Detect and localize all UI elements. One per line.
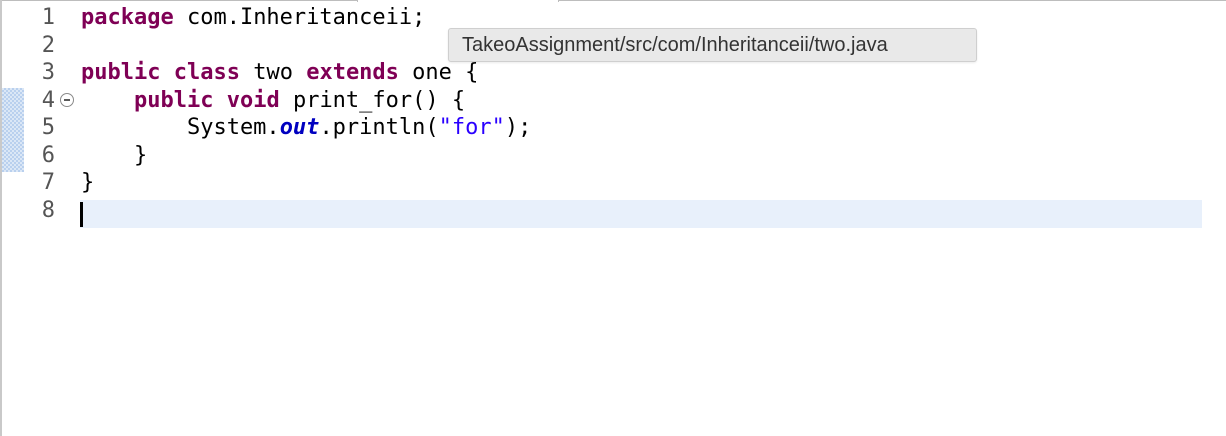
line-number: 4 — [24, 87, 74, 115]
line-number: 6 — [41, 142, 55, 168]
code-line[interactable]: ​ — [81, 197, 531, 225]
code-token-plain: } — [81, 142, 148, 168]
code-token-keyword: class — [173, 60, 240, 85]
code-token-keyword: extends — [306, 60, 399, 85]
code-editor[interactable]: 12345678 package com.Inheritanceii; ​ publ… — [0, 0, 1226, 436]
code-line[interactable]: } — [81, 169, 531, 197]
code-line[interactable]: public class two extends one { — [81, 59, 531, 87]
line-number: 7 — [41, 170, 55, 195]
code-token-plain: two — [239, 60, 307, 85]
active-tab-edge — [357, 0, 559, 2]
fold-collapse-icon[interactable] — [60, 92, 74, 107]
code-token-plain: print_for() { — [279, 87, 466, 113]
code-token-keyword: package — [81, 5, 174, 30]
change-ruler-marker — [2, 88, 24, 172]
code-token-plain: .println( — [319, 115, 439, 140]
code-token-keyword: public — [133, 87, 214, 113]
code-token-field: out — [279, 115, 320, 140]
code-token-keyword: void — [226, 87, 280, 113]
code-token-plain: System. — [81, 115, 280, 140]
code-line[interactable]: public void print_for() { — [81, 87, 531, 115]
line-number: 8 — [41, 197, 55, 223]
code-line[interactable]: System.out.println("for"); — [81, 114, 531, 142]
text-caret — [80, 202, 83, 227]
line-number: 1 — [41, 5, 55, 30]
code-token-keyword: public — [81, 60, 161, 85]
tab-strip-line — [0, 0, 1226, 1]
code-token-plain: one { — [398, 60, 479, 85]
code-token-plain: com.Inheritanceii; — [173, 5, 426, 30]
code-token-plain: } — [81, 170, 95, 195]
line-number: 5 — [41, 115, 55, 140]
line-number-gutter: 12345678 — [24, 4, 74, 224]
code-token-string: "for" — [438, 115, 505, 140]
editor-left-edge — [0, 0, 2, 436]
code-line[interactable]: } — [81, 142, 531, 170]
line-number: 3 — [41, 60, 55, 85]
file-path-tooltip: TakeoAssignment/src/com/Inheritanceii/tw… — [448, 28, 977, 62]
line-number: 2 — [41, 32, 55, 58]
code-token-plain: ); — [504, 115, 532, 140]
